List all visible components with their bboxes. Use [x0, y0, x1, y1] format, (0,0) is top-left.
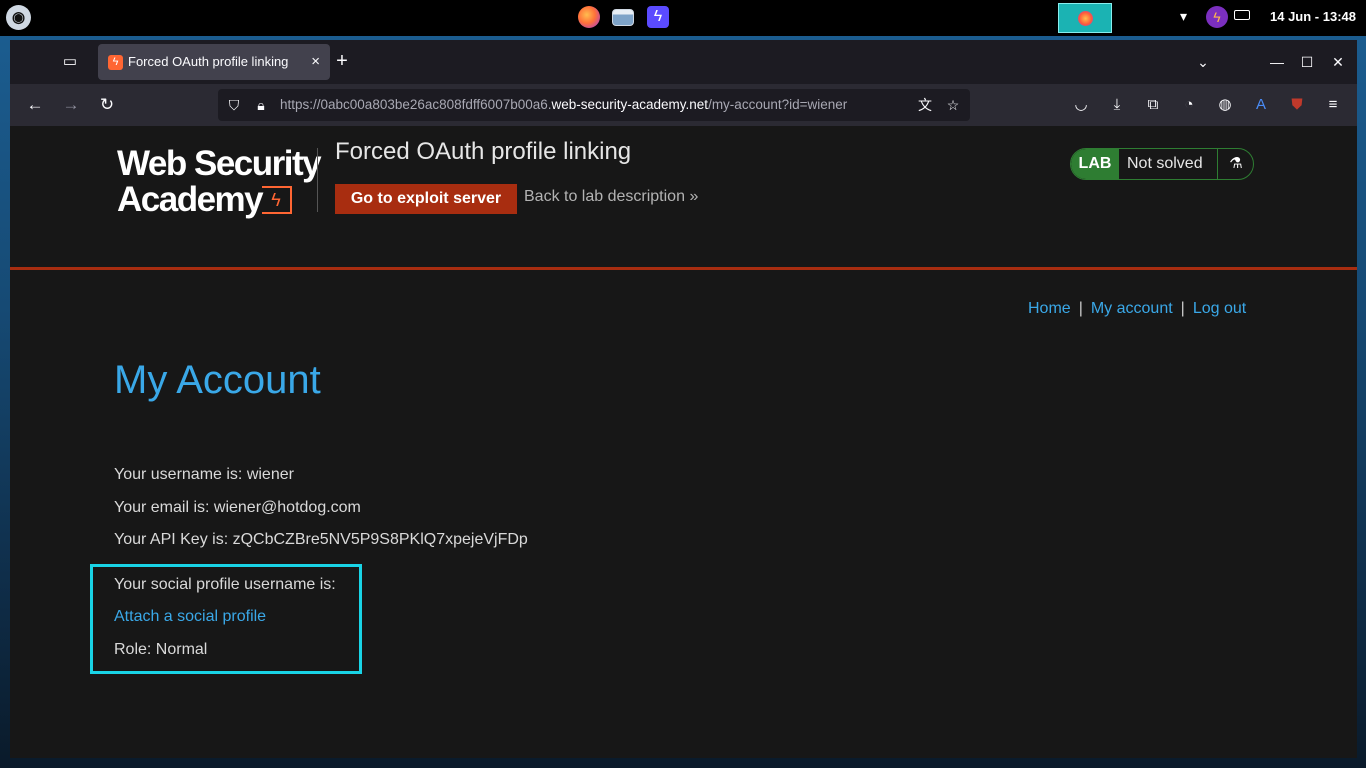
flask-icon: ⚗︎: [1217, 149, 1253, 179]
app-menu-icon[interactable]: ≡: [1322, 94, 1344, 116]
web-security-academy-logo[interactable]: Web Security Academy ϟ: [117, 144, 322, 219]
back-link-label: Back to lab description: [524, 188, 685, 205]
burp-tray-icon[interactable]: ϟ: [1206, 6, 1228, 28]
go-to-exploit-server-button[interactable]: Go to exploit server: [335, 184, 517, 214]
navigation-toolbar: ← → ↻ ⛉ 🔒︎ https://0abc00a803be26ac808fd…: [10, 84, 1357, 126]
lab-status-text: Not solved: [1127, 155, 1203, 172]
clock[interactable]: 14 Jun - 13:48: [1270, 9, 1356, 24]
chevron-right-icon: »: [689, 188, 699, 205]
taskbar-firefox-window[interactable]: [1058, 3, 1112, 33]
back-to-lab-description-link[interactable]: Back to lab description »: [524, 188, 698, 206]
url-host: web-security-academy.net: [551, 97, 709, 112]
lab-badge: LAB: [1071, 149, 1119, 179]
tab-forced-oauth[interactable]: ϟ Forced OAuth profile linking ×: [98, 44, 330, 80]
battery-icon[interactable]: [1234, 10, 1250, 20]
maximize-icon[interactable]: ☐: [1297, 52, 1317, 72]
new-tab-button[interactable]: +: [332, 51, 352, 71]
url-bar[interactable]: ⛉ 🔒︎ https://0abc00a803be26ac808fdff6007…: [218, 89, 970, 121]
ublock-origin-icon[interactable]: ⛊: [1286, 94, 1308, 116]
tab-title: Forced OAuth profile linking: [128, 54, 289, 69]
list-all-tabs-icon[interactable]: ⌄: [1193, 52, 1213, 72]
forward-arrow-icon[interactable]: →: [60, 94, 82, 116]
kali-dragon-icon[interactable]: ◉: [6, 5, 31, 30]
top-navigation: Home | My account | Log out: [1028, 300, 1246, 318]
firefox-icon: [1078, 11, 1093, 26]
username-text: Your username is: wiener: [114, 466, 294, 483]
nav-separator: |: [1180, 300, 1185, 317]
my-account-link[interactable]: My account: [1091, 300, 1173, 317]
browser-window: ▭ ϟ Forced OAuth profile linking × + ⌄ —…: [10, 40, 1357, 758]
logo-line-2: Academy: [117, 180, 264, 219]
tab-close-icon[interactable]: ×: [311, 53, 320, 70]
lab-header: Web Security Academy ϟ Forced OAuth prof…: [10, 126, 1357, 270]
bookmark-star-icon[interactable]: ☆: [944, 96, 962, 114]
downloads-icon[interactable]: ⤓: [1106, 94, 1128, 116]
lock-icon[interactable]: 🔒︎: [252, 96, 270, 114]
reload-icon[interactable]: ↻: [96, 94, 118, 116]
page-title: My Account: [114, 358, 321, 402]
wifi-icon[interactable]: ▾: [1180, 8, 1187, 25]
attach-social-profile-link[interactable]: Attach a social profile: [114, 608, 266, 626]
google-translate-icon[interactable]: A: [1250, 94, 1272, 116]
role-text: Role: Normal: [114, 641, 208, 658]
translate-icon[interactable]: 文: [916, 96, 934, 114]
api-key-text: Your API Key is: zQCbCZBre5NV5P9S8PKlQ7x…: [114, 531, 528, 548]
social-profile-text: Your social profile username is:: [114, 576, 336, 593]
os-taskbar: ◉ ϟ ▾ ϟ 14 Jun - 13:48: [0, 0, 1366, 36]
url-text[interactable]: https://0abc00a803be26ac808fdff6007b00a6…: [280, 97, 847, 112]
nav-separator: |: [1078, 300, 1083, 317]
log-out-link[interactable]: Log out: [1193, 300, 1246, 317]
header-divider: [317, 148, 318, 212]
page-viewport: Web Security Academy ϟ Forced OAuth prof…: [10, 126, 1357, 758]
tracking-shield-icon[interactable]: ⛉: [225, 96, 243, 114]
cookie-editor-icon[interactable]: ◍: [1214, 94, 1236, 116]
burp-suite-launcher-icon[interactable]: ϟ: [647, 6, 669, 28]
logo-line-1: Web Security: [117, 144, 322, 183]
logo-bolt-icon: ϟ: [262, 186, 292, 214]
close-window-icon[interactable]: ✕: [1328, 52, 1348, 72]
lab-status-widget: LAB Not solved ⚗︎: [1070, 148, 1254, 180]
foxyproxy-icon[interactable]: ◔: [1178, 94, 1200, 116]
url-prefix: https://0abc00a803be26ac808fdff6007b00a6…: [280, 97, 552, 112]
favicon-icon: ϟ: [108, 55, 123, 70]
minimize-icon[interactable]: —: [1267, 52, 1287, 72]
tab-overview-icon[interactable]: ▭: [60, 52, 80, 72]
tab-bar: ▭ ϟ Forced OAuth profile linking × + ⌄ —…: [10, 40, 1357, 84]
file-manager-launcher-icon[interactable]: [612, 9, 634, 26]
url-path: /my-account?id=wiener: [708, 97, 848, 112]
pocket-icon[interactable]: ◡: [1070, 94, 1092, 116]
home-link[interactable]: Home: [1028, 300, 1071, 317]
firefox-launcher-icon[interactable]: [578, 6, 600, 28]
email-text: Your email is: wiener@hotdog.com: [114, 499, 361, 516]
extensions-icon[interactable]: ⧉: [1142, 94, 1164, 116]
back-arrow-icon[interactable]: ←: [24, 94, 46, 116]
lab-title: Forced OAuth profile linking: [335, 138, 632, 165]
